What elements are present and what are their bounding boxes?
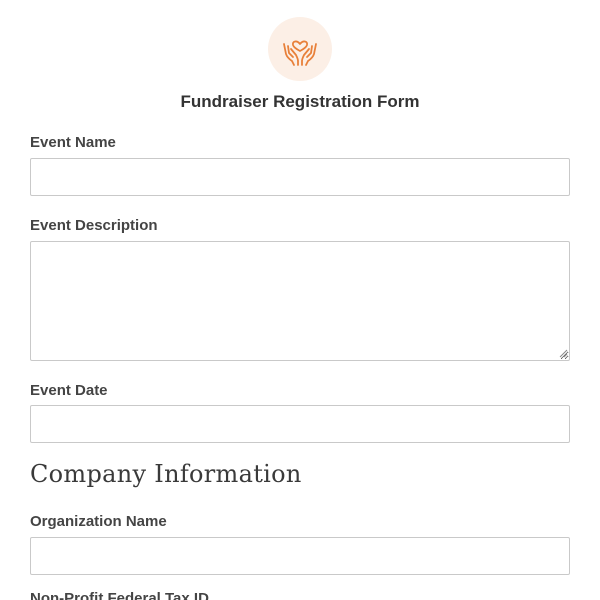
organization-name-label: Organization Name xyxy=(30,513,167,530)
event-name-input[interactable] xyxy=(30,158,570,196)
form-title: Fundraiser Registration Form xyxy=(180,92,420,111)
company-information-heading: Company Information xyxy=(30,460,302,488)
resize-grip-icon[interactable] xyxy=(559,349,568,358)
event-description-label: Event Description xyxy=(30,217,158,234)
organization-name-input[interactable] xyxy=(30,537,570,575)
event-date-label: Event Date xyxy=(30,382,108,399)
heart-hands-icon xyxy=(283,40,317,66)
tax-id-label: Non-Profit Federal Tax ID xyxy=(30,590,209,600)
event-date-input[interactable] xyxy=(30,405,570,443)
event-name-label: Event Name xyxy=(30,134,116,151)
form-logo xyxy=(268,17,332,81)
event-description-textarea[interactable] xyxy=(30,241,570,361)
